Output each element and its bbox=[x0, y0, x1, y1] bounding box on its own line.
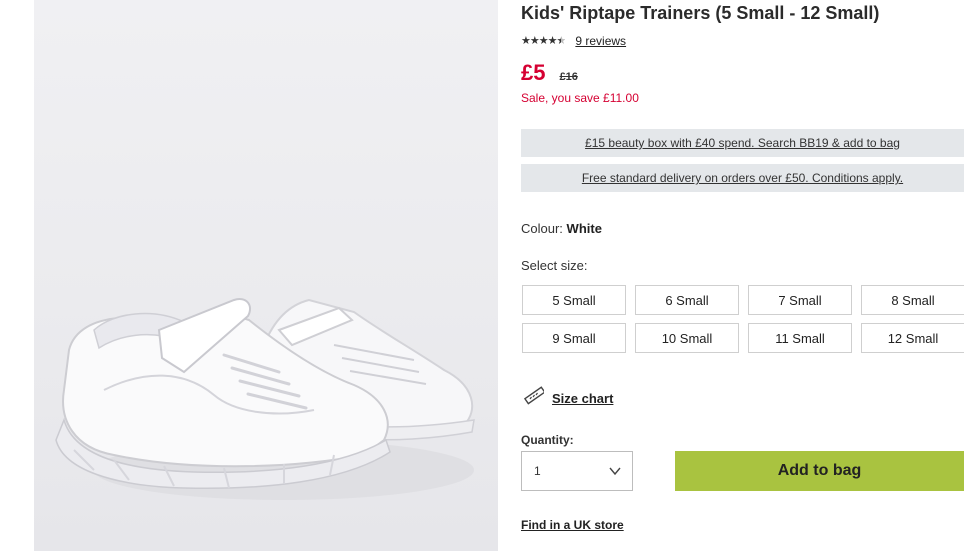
price-row: £5 £16 bbox=[521, 60, 578, 86]
add-to-bag-button[interactable]: Add to bag bbox=[675, 451, 964, 491]
ruler-icon bbox=[523, 386, 546, 411]
size-chart-link[interactable]: Size chart bbox=[523, 386, 613, 411]
product-rating[interactable]: ★ ★ ★ ★ ★ 9 reviews bbox=[521, 34, 626, 48]
promo-free-delivery[interactable]: Free standard delivery on orders over £5… bbox=[521, 164, 964, 192]
trainers-illustration bbox=[55, 298, 475, 500]
colour-label: Colour: bbox=[521, 221, 563, 236]
quantity-value: 1 bbox=[534, 464, 541, 478]
size-chart-label[interactable]: Size chart bbox=[552, 391, 613, 406]
product-title: Kids' Riptape Trainers (5 Small - 12 Sma… bbox=[521, 3, 880, 23]
size-option[interactable]: 6 Small bbox=[635, 285, 739, 315]
rating-stars: ★ ★ ★ ★ ★ bbox=[521, 34, 567, 48]
product-image[interactable] bbox=[34, 0, 498, 551]
quantity-select[interactable]: 1 bbox=[521, 451, 633, 491]
promo-beauty-box[interactable]: £15 beauty box with £40 spend. Search BB… bbox=[521, 129, 964, 157]
reviews-link[interactable]: 9 reviews bbox=[575, 34, 626, 48]
star-icon: ★ bbox=[521, 35, 531, 47]
colour-value: White bbox=[566, 221, 602, 236]
saving-text: Sale, you save £11.00 bbox=[521, 91, 639, 105]
chevron-down-icon bbox=[608, 464, 622, 481]
size-option[interactable]: 11 Small bbox=[748, 323, 852, 353]
was-price: £16 bbox=[559, 71, 578, 83]
size-option[interactable]: 8 Small bbox=[861, 285, 964, 315]
star-icon: ★ bbox=[538, 35, 549, 47]
select-size-label: Select size: bbox=[521, 258, 588, 273]
size-option[interactable]: 7 Small bbox=[748, 285, 852, 315]
size-option[interactable]: 5 Small bbox=[522, 285, 626, 315]
half-star-icon: ★ bbox=[556, 35, 567, 47]
size-option[interactable]: 12 Small bbox=[861, 323, 964, 353]
colour-selection: Colour: White bbox=[521, 221, 602, 236]
find-in-store-link[interactable]: Find in a UK store bbox=[521, 518, 624, 532]
star-icon: ★ bbox=[529, 35, 540, 47]
size-option[interactable]: 10 Small bbox=[635, 323, 739, 353]
current-price: £5 bbox=[521, 60, 546, 85]
star-icon: ★ bbox=[547, 35, 558, 47]
quantity-label: Quantity: bbox=[521, 433, 574, 447]
size-option[interactable]: 9 Small bbox=[522, 323, 626, 353]
